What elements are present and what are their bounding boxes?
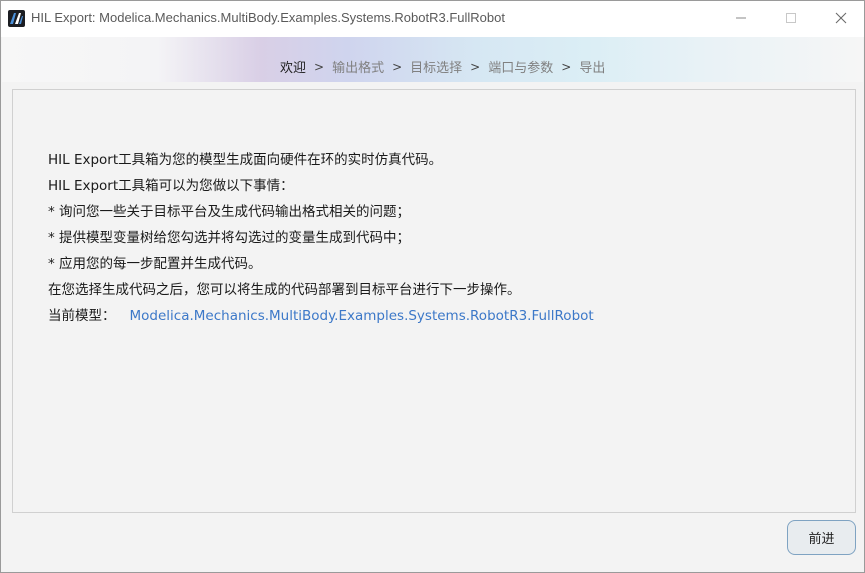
next-button[interactable]: 前进	[787, 520, 856, 555]
breadcrumb-separator: >	[392, 59, 403, 74]
welcome-text-block: HIL Export工具箱为您的模型生成面向硬件在环的实时仿真代码。 HIL E…	[48, 150, 594, 332]
window-title: HIL Export: Modelica.Mechanics.MultiBody…	[31, 10, 505, 25]
app-logo-icon	[8, 10, 25, 27]
breadcrumb-step-export: 导出	[579, 61, 606, 76]
close-button[interactable]	[818, 1, 864, 35]
maximize-icon	[786, 13, 796, 23]
capability-item: * 询问您一些关于目标平台及生成代码输出格式相关的问题；	[48, 204, 411, 220]
capability-item: * 提供模型变量树给您勾选并将勾选过的变量生成到代码中；	[48, 230, 411, 246]
breadcrumb-separator: >	[314, 59, 325, 74]
breadcrumb-separator: >	[561, 59, 572, 74]
breadcrumb-step-target-selection: 目标选择	[410, 61, 463, 76]
current-model-link[interactable]: Modelica.Mechanics.MultiBody.Examples.Sy…	[130, 306, 594, 332]
hil-export-window: HIL Export: Modelica.Mechanics.MultiBody…	[0, 0, 865, 573]
capability-item: * 应用您的每一步配置并生成代码。	[48, 256, 262, 272]
capabilities-heading: HIL Export工具箱可以为您做以下事情：	[48, 178, 294, 194]
breadcrumb-step-welcome: 欢迎	[280, 61, 307, 76]
breadcrumb-step-output-format: 输出格式	[332, 61, 385, 76]
breadcrumb-separator: >	[470, 59, 481, 74]
minimize-button[interactable]	[718, 1, 764, 35]
welcome-content-panel: HIL Export工具箱为您的模型生成面向硬件在环的实时仿真代码。 HIL E…	[12, 89, 856, 513]
maximize-button[interactable]	[768, 1, 814, 35]
deploy-note: 在您选择生成代码之后，您可以将生成的代码部署到目标平台进行下一步操作。	[48, 282, 521, 298]
current-model-label: 当前模型：	[48, 308, 116, 324]
current-model-row: 当前模型： Modelica.Mechanics.MultiBody.Examp…	[48, 306, 594, 332]
breadcrumb-step-ports-parameters: 端口与参数	[488, 61, 554, 76]
close-icon	[835, 12, 847, 24]
title-bar[interactable]: HIL Export: Modelica.Mechanics.MultiBody…	[1, 1, 864, 37]
intro-line: HIL Export工具箱为您的模型生成面向硬件在环的实时仿真代码。	[48, 152, 443, 168]
minimize-icon	[736, 17, 746, 19]
breadcrumb: 欢迎 > 输出格式 > 目标选择 > 端口与参数 > 导出	[280, 57, 606, 77]
